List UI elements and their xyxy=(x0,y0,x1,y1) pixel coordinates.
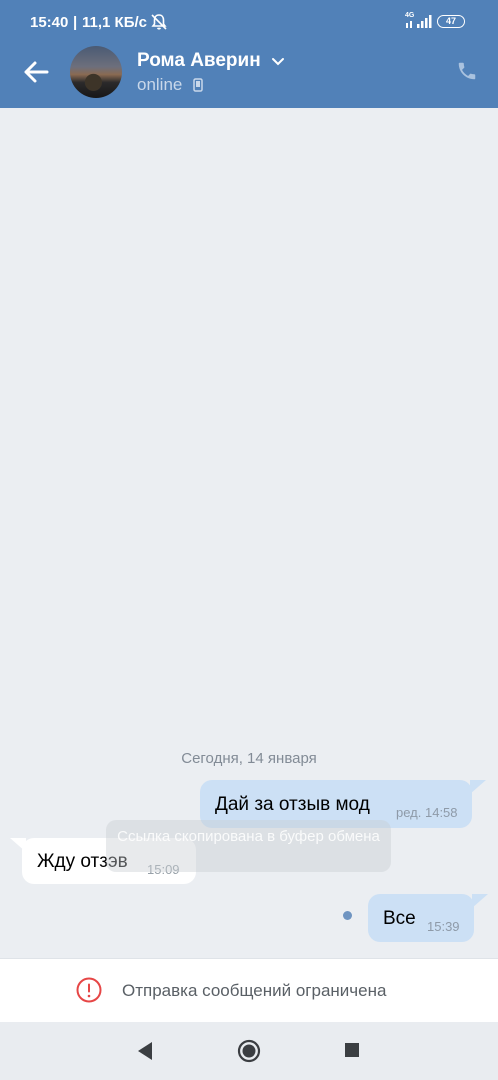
nav-home-icon[interactable] xyxy=(237,1039,261,1063)
copy-toast: Ссылка скопирована в буфер обмена xyxy=(106,820,391,872)
message-time: 15:39 xyxy=(427,919,460,934)
phone-call-icon[interactable] xyxy=(456,60,478,82)
bell-off-icon xyxy=(151,14,167,30)
outgoing-message[interactable]: Все 15:39 xyxy=(368,894,474,942)
nav-back-icon[interactable] xyxy=(136,1041,154,1061)
restricted-message-label: Отправка сообщений ограничена xyxy=(122,981,387,1000)
system-navigation-bar xyxy=(0,1022,498,1080)
contact-name[interactable]: Рома Аверин xyxy=(137,50,261,72)
chevron-down-icon[interactable] xyxy=(271,57,285,67)
bubble-tail xyxy=(472,894,488,908)
bubble-tail xyxy=(470,780,486,794)
back-arrow-icon[interactable] xyxy=(22,58,50,86)
presence-status: online xyxy=(137,75,183,94)
date-separator: Сегодня, 14 января xyxy=(181,750,317,767)
status-separator: | xyxy=(73,14,78,31)
message-text: Дай за отзыв мод xyxy=(215,794,370,815)
contact-avatar[interactable] xyxy=(70,46,122,98)
status-network-speed: 11,1 КБ/с xyxy=(82,14,147,31)
nav-recents-icon[interactable] xyxy=(345,1043,359,1057)
chat-header: 15:40 | 11,1 КБ/с 4G 47 Рома Аверин onli… xyxy=(0,0,498,108)
mobile-device-icon xyxy=(193,78,203,92)
messaging-restricted-bar: Отправка сообщений ограничена xyxy=(0,958,498,1023)
battery-indicator: 47 xyxy=(437,15,465,28)
status-time: 15:40 xyxy=(30,14,69,31)
message-time: ред. 14:58 xyxy=(396,805,458,820)
unread-indicator xyxy=(343,911,352,920)
warning-icon xyxy=(76,977,102,1003)
message-text: Все xyxy=(383,908,416,929)
signal-icon xyxy=(406,15,432,28)
